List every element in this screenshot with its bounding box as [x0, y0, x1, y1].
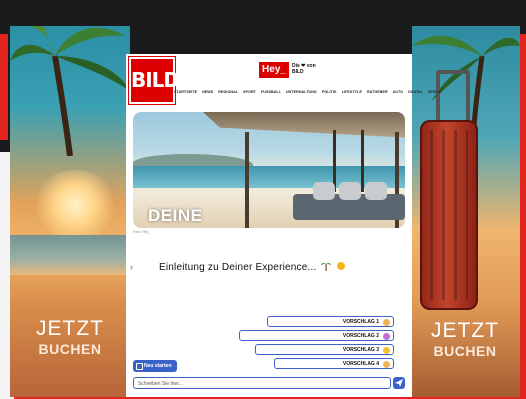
nav-item[interactable]: SPORT: [243, 90, 256, 94]
new-start-button[interactable]: Neu starten: [133, 360, 177, 372]
suggestion-label: VORSCHLAG 3: [342, 347, 379, 353]
hero-title: DEINE: [148, 206, 203, 225]
suggestion-button-3[interactable]: VORSCHLAG 3: [255, 344, 394, 355]
nav-item[interactable]: SPIELE: [428, 90, 441, 94]
ad-cta-right[interactable]: JETZT BUCHEN: [420, 320, 510, 360]
ad-cta-left[interactable]: JETZT BUCHEN: [20, 318, 120, 358]
suggestion-label: VORSCHLAG 1: [342, 319, 379, 325]
photo-credit: Foto: Hey_: [133, 230, 151, 234]
cta-left-line2: BUCHEN: [38, 341, 102, 357]
cta-left-line1: JETZT: [36, 317, 104, 340]
palm-tree-icon: [321, 263, 332, 271]
chat-input[interactable]: Schreiben Sie hier...: [133, 377, 391, 389]
nav-item[interactable]: AUTO: [393, 90, 404, 94]
sea-left: [10, 235, 130, 275]
main-nav: STARTSEITE NEWS REGIONAL SPORT FUSSBALL …: [174, 90, 441, 94]
suggestion-button-2[interactable]: VORSCHLAG 2: [239, 330, 394, 341]
suggestion-button-4[interactable]: VORSCHLAG 4: [274, 358, 394, 369]
sun-icon: [337, 262, 346, 270]
nav-item[interactable]: DIGITAL: [408, 90, 423, 94]
cta-right-line1: JETZT: [431, 319, 499, 342]
nav-item[interactable]: REGIONAL: [218, 90, 238, 94]
suggestion-emoji-icon: [383, 333, 390, 340]
nav-item[interactable]: FUSSBALL: [261, 90, 281, 94]
hey-subtitle: Die ❤ von BILD: [292, 63, 316, 75]
chat-intro: Einleitung zu Deiner Experience...: [159, 261, 346, 273]
nav-item[interactable]: RATGEBER: [367, 90, 388, 94]
suitcase-image: [420, 120, 478, 310]
nav-item[interactable]: NEWS: [202, 90, 213, 94]
thumbs-up-icon: [383, 319, 390, 326]
chat-input-placeholder: Schreiben Sie hier...: [138, 381, 183, 387]
suggestion-button-1[interactable]: VORSCHLAG 1: [267, 316, 394, 327]
chevron-right-icon[interactable]: ›: [130, 262, 133, 272]
suggestion-emoji-icon: [383, 347, 390, 354]
nav-item[interactable]: UNTERHALTUNG: [286, 90, 317, 94]
new-start-label: Neu starten: [144, 363, 172, 369]
send-icon: [395, 379, 403, 387]
suggestion-label: VORSCHLAG 2: [342, 333, 379, 339]
hey-logo[interactable]: Hey_: [259, 62, 289, 78]
bild-logo[interactable]: BILD: [129, 57, 180, 104]
send-button[interactable]: [393, 377, 405, 389]
cta-right-line2: BUCHEN: [433, 343, 497, 359]
palm-left-icon: [10, 26, 130, 156]
suggestion-emoji-icon: [383, 361, 390, 368]
suggestion-label: VORSCHLAG 4: [342, 361, 379, 367]
edit-icon: [136, 363, 143, 370]
sun-glow: [30, 170, 120, 240]
content-window: BILD Hey_ Die ❤ von BILD STARTSEITE NEWS…: [126, 54, 441, 397]
nav-item[interactable]: STARTSEITE: [174, 90, 197, 94]
nav-item[interactable]: POLITIK: [322, 90, 337, 94]
chat-intro-text: Einleitung zu Deiner Experience...: [159, 262, 317, 273]
nav-item[interactable]: LIFESTYLE: [342, 90, 362, 94]
